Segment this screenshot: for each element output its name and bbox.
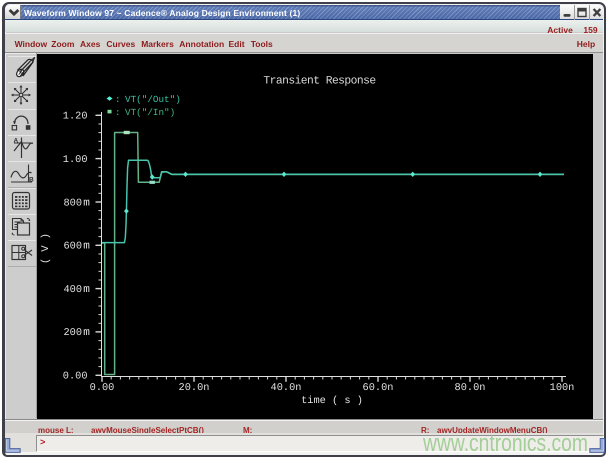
svg-text:( V ): ( V ) xyxy=(40,233,52,264)
svg-text:0.00: 0.00 xyxy=(63,371,88,383)
svg-text:m: m xyxy=(83,241,90,253)
svg-text::: : xyxy=(115,94,121,105)
svg-text::: : xyxy=(115,107,121,118)
svg-text:1.20: 1.20 xyxy=(63,111,88,123)
svg-text:200: 200 xyxy=(64,327,83,339)
svg-text:Transient Response: Transient Response xyxy=(263,75,376,88)
svg-text:800: 800 xyxy=(64,197,83,209)
svg-text:m: m xyxy=(83,284,90,296)
svg-text:40.0n: 40.0n xyxy=(271,382,302,394)
svg-text:20.0n: 20.0n xyxy=(179,382,210,394)
svg-text:80.0n: 80.0n xyxy=(455,382,486,394)
svg-text:600: 600 xyxy=(64,241,83,253)
svg-text:60.0n: 60.0n xyxy=(363,382,394,394)
svg-text:time ( s ): time ( s ) xyxy=(301,395,363,407)
svg-text:VT("/In"): VT("/In") xyxy=(125,107,175,118)
svg-text:0.00: 0.00 xyxy=(90,382,115,394)
svg-text:400: 400 xyxy=(64,284,83,296)
svg-text:m: m xyxy=(83,197,90,209)
svg-text:1.00: 1.00 xyxy=(63,154,88,166)
svg-text:100n: 100n xyxy=(550,382,575,394)
svg-text:VT("/Out"): VT("/Out") xyxy=(125,94,181,105)
svg-text:m: m xyxy=(83,327,90,339)
